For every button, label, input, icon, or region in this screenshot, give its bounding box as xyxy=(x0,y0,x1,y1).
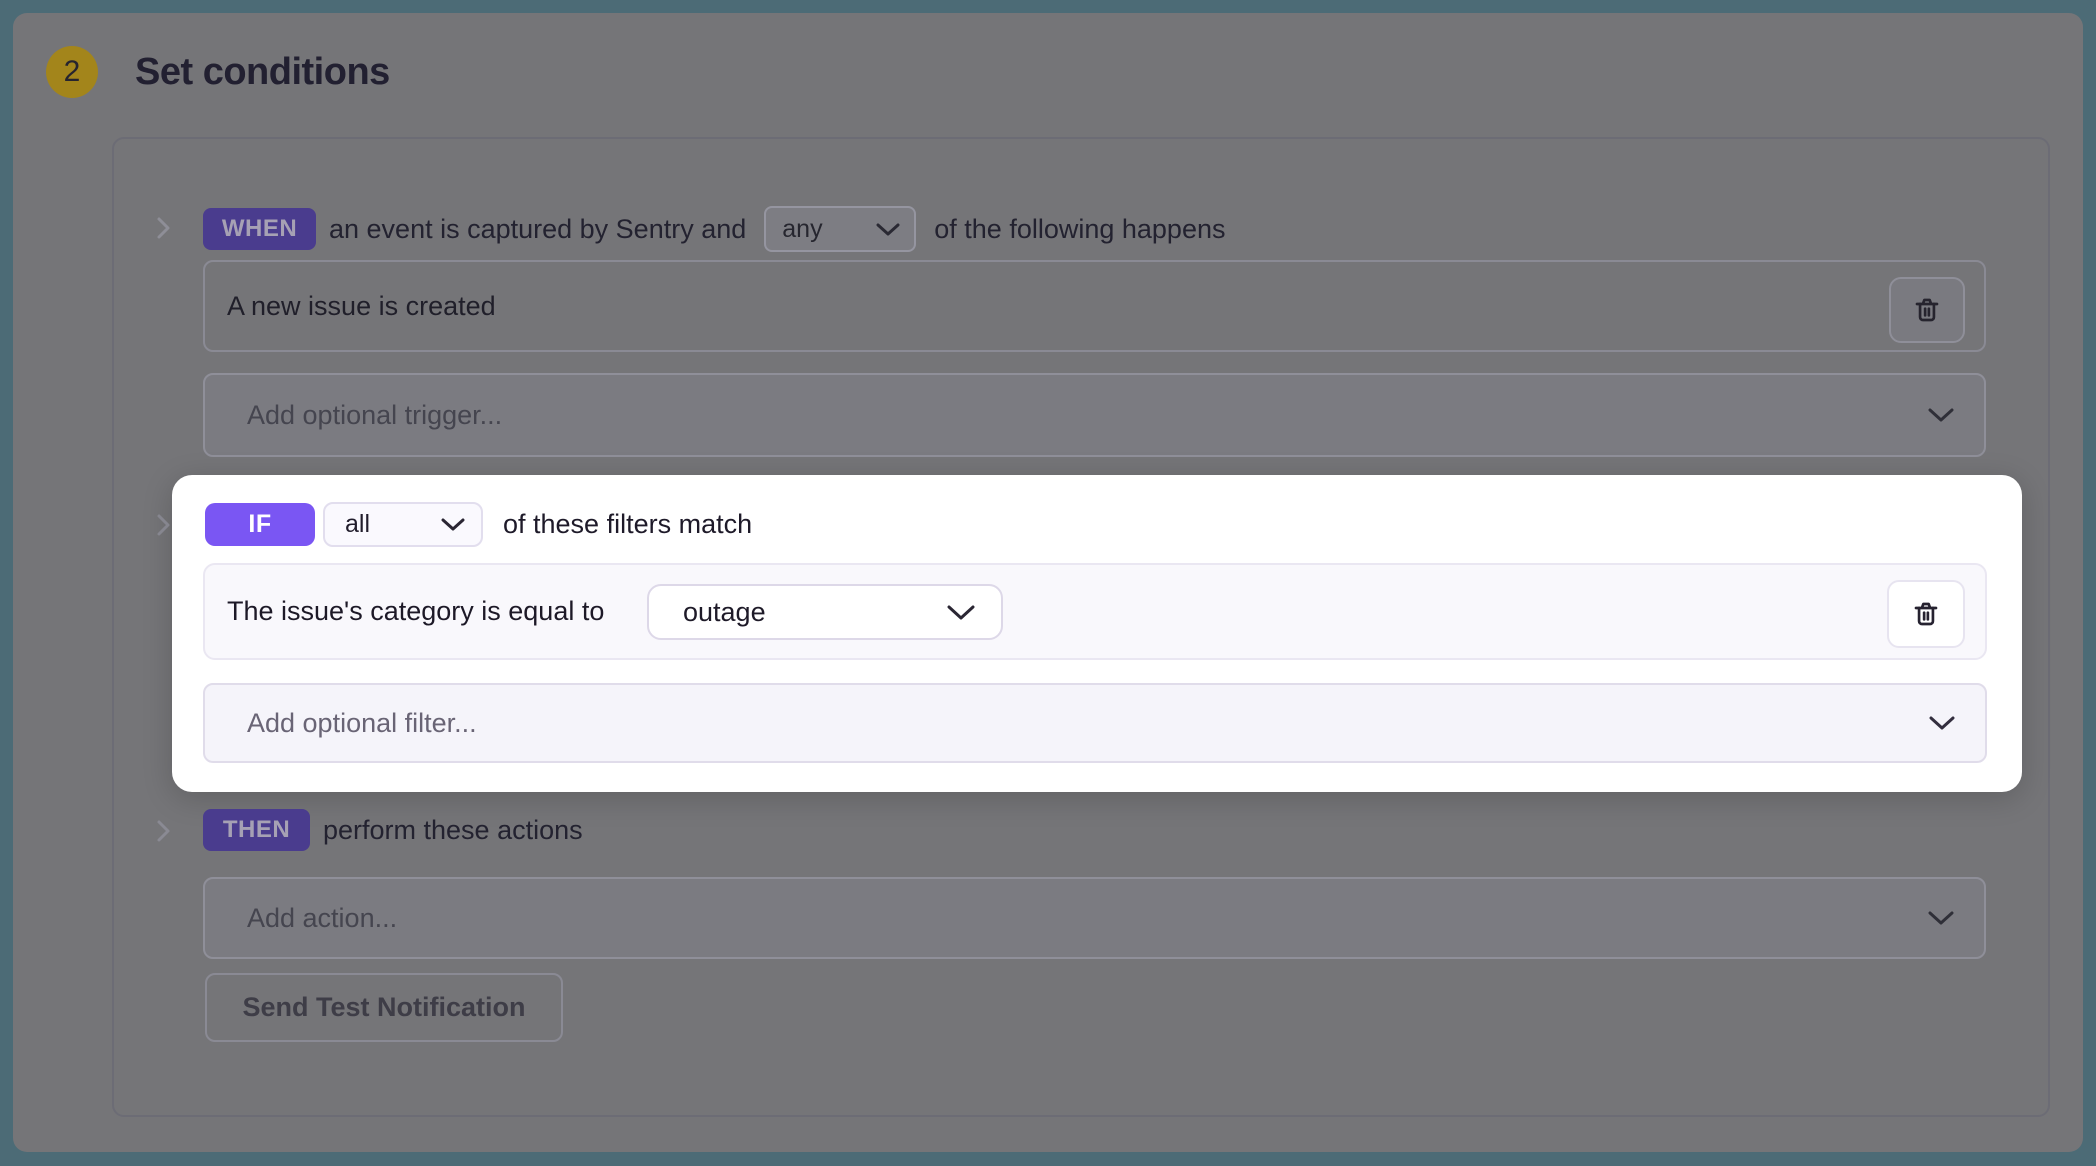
when-collapse-control[interactable] xyxy=(152,214,174,242)
add-optional-filter-placeholder: Add optional filter... xyxy=(247,707,477,738)
add-action-select[interactable]: Add action... xyxy=(203,877,1986,959)
chevron-right-icon xyxy=(152,214,174,242)
add-optional-trigger-select[interactable]: Add optional trigger... xyxy=(203,373,1986,457)
if-match-select-value: all xyxy=(345,509,371,538)
delete-filter-button[interactable] xyxy=(1887,580,1965,648)
when-text-after: of the following happens xyxy=(934,213,1226,244)
trash-icon xyxy=(1911,294,1943,326)
then-condition-line: THEN perform these actions xyxy=(203,808,583,852)
chevron-down-icon xyxy=(1928,911,1954,925)
if-match-select[interactable]: all xyxy=(323,501,483,547)
page-title: Set conditions xyxy=(135,50,390,93)
chevron-down-icon xyxy=(1928,408,1954,422)
send-test-notification-button[interactable]: Send Test Notification xyxy=(205,973,563,1042)
trigger-row-label: A new issue is created xyxy=(227,290,496,321)
when-match-select-value: any xyxy=(782,214,823,243)
filter-value-select[interactable]: outage xyxy=(647,584,1003,640)
chevron-down-icon xyxy=(441,518,465,531)
when-text-before: an event is captured by Sentry and xyxy=(329,213,747,244)
chevron-right-icon xyxy=(152,511,174,539)
chevron-down-icon xyxy=(1929,716,1955,730)
delete-trigger-button[interactable] xyxy=(1889,277,1965,343)
add-action-placeholder: Add action... xyxy=(247,902,398,933)
if-text-after: of these filters match xyxy=(503,508,753,539)
when-match-select[interactable]: any xyxy=(764,206,917,252)
step-number-badge: 2 xyxy=(46,46,98,98)
screenshot-canvas: 2 Set conditions WHEN an event is captur… xyxy=(0,0,2096,1166)
chevron-right-icon xyxy=(152,817,174,845)
filter-row: The issue's category is equal to outage xyxy=(203,563,1987,660)
trigger-row: A new issue is created xyxy=(203,260,1986,352)
then-collapse-control[interactable] xyxy=(152,817,174,845)
filter-value-select-value: outage xyxy=(683,596,766,627)
then-badge: THEN xyxy=(203,809,310,851)
step-number: 2 xyxy=(63,55,81,88)
chevron-down-icon xyxy=(947,605,975,620)
when-badge: WHEN xyxy=(203,208,316,250)
if-badge: IF xyxy=(205,502,315,546)
add-optional-filter-select[interactable]: Add optional filter... xyxy=(203,683,1987,763)
if-collapse-control[interactable] xyxy=(152,511,174,539)
trash-icon xyxy=(1910,598,1942,630)
add-optional-trigger-placeholder: Add optional trigger... xyxy=(247,399,503,430)
then-text-after: perform these actions xyxy=(323,814,583,845)
if-condition-line: IF all of these filters match xyxy=(205,501,752,547)
when-condition-line: WHEN an event is captured by Sentry and … xyxy=(203,206,1225,252)
chevron-down-icon xyxy=(876,223,900,236)
filter-row-label: The issue's category is equal to xyxy=(227,596,605,626)
